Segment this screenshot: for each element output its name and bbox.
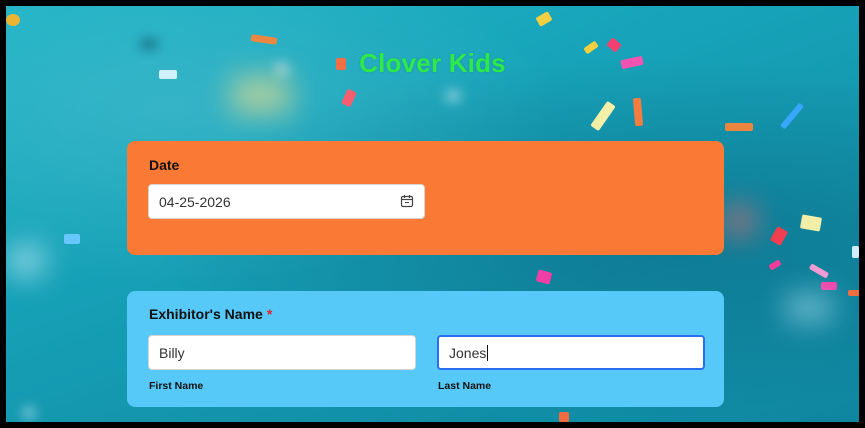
form-page: Clover Kids Date 04-25-2026 Exhibitor's … (6, 6, 859, 422)
exhibitor-name-label: Exhibitor's Name * (149, 306, 272, 322)
last-name-sublabel: Last Name (438, 380, 492, 392)
date-value: 04-25-2026 (159, 193, 231, 210)
page-title: Clover Kids (359, 48, 506, 78)
first-name-value: Billy (159, 344, 185, 361)
last-name-value: Jones (449, 344, 487, 361)
exhibitor-name-label-text: Exhibitor's Name (149, 306, 263, 322)
date-label: Date (149, 157, 180, 173)
date-input[interactable]: 04-25-2026 (148, 184, 425, 219)
last-name-input[interactable]: Jones (437, 335, 705, 370)
exhibitor-name-section: Exhibitor's Name * Billy First Name Jones… (127, 291, 724, 407)
calendar-icon[interactable] (400, 194, 414, 208)
date-section: Date 04-25-2026 (127, 141, 724, 255)
first-name-sublabel: First Name (149, 380, 204, 392)
first-name-input[interactable]: Billy (148, 335, 416, 370)
text-cursor (487, 344, 489, 361)
window-frame: Clover Kids Date 04-25-2026 Exhibitor's … (0, 0, 865, 428)
required-asterisk: * (266, 306, 273, 322)
